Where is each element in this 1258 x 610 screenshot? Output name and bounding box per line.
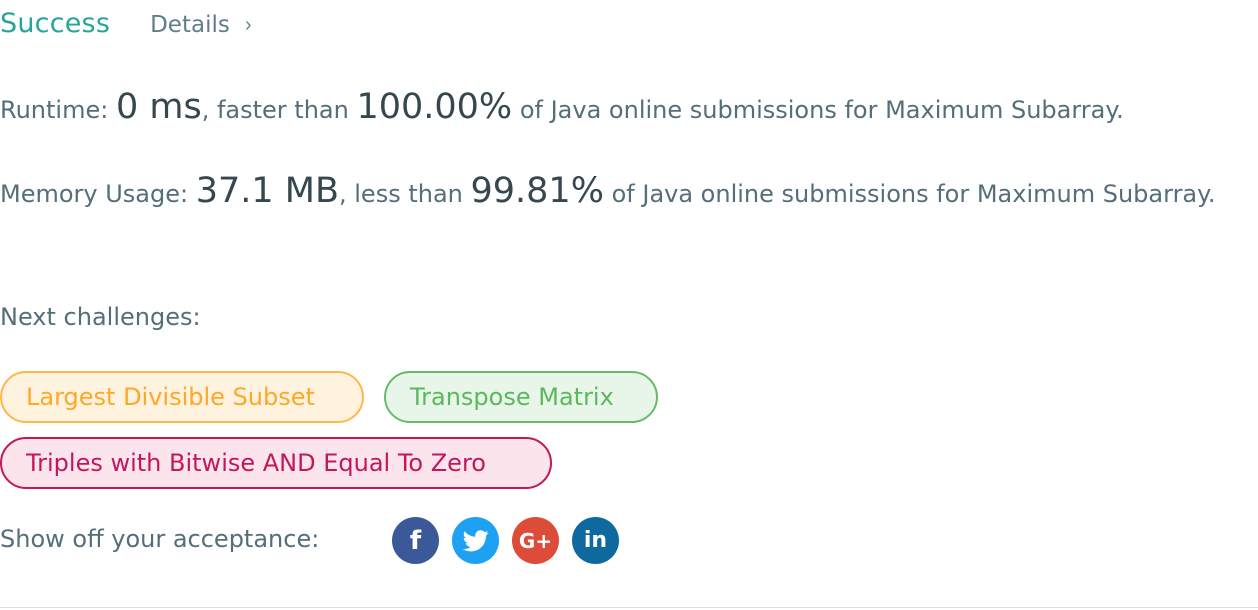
chevron-right-icon: › [244,13,252,38]
twitter-share-button[interactable] [452,517,499,564]
details-link[interactable]: Details › [150,12,253,38]
details-label: Details [150,12,230,38]
challenge-tag-transpose-matrix[interactable]: Transpose Matrix [384,371,658,423]
challenge-tag-largest-divisible-subset[interactable]: Largest Divisible Subset [0,371,364,423]
result-header: Success Details › [0,8,253,39]
runtime-stat: Runtime: 0 ms, faster than 100.00% of Ja… [0,86,1250,131]
memory-stat: Memory Usage: 37.1 MB, less than 99.81% … [0,170,1250,215]
memory-value: 37.1 MB [195,171,339,211]
runtime-comparison: , faster than [201,96,357,124]
facebook-share-button[interactable]: f [392,517,439,564]
twitter-icon [462,529,489,551]
memory-comparison: , less than [339,180,471,208]
runtime-label: Runtime: [0,96,116,124]
memory-label: Memory Usage: [0,180,196,208]
memory-percent: 99.81% [470,171,604,211]
linkedin-icon: in [583,528,608,553]
challenge-tag-triples-bitwise-and[interactable]: Triples with Bitwise AND Equal To Zero [0,437,552,489]
google-plus-icon: G+ [518,528,553,553]
bottom-divider [0,607,1258,608]
linkedin-share-button[interactable]: in [572,517,619,564]
next-challenges-label: Next challenges: [0,303,201,331]
memory-suffix: of Java online submissions for Maximum S… [603,180,1216,208]
runtime-percent: 100.00% [356,87,513,127]
facebook-icon: f [409,525,422,556]
share-label: Show off your acceptance: [0,525,320,553]
runtime-suffix: of Java online submissions for Maximum S… [512,96,1124,124]
google-plus-share-button[interactable]: G+ [512,517,559,564]
submission-status: Success [0,8,111,39]
runtime-value: 0 ms [115,87,202,127]
